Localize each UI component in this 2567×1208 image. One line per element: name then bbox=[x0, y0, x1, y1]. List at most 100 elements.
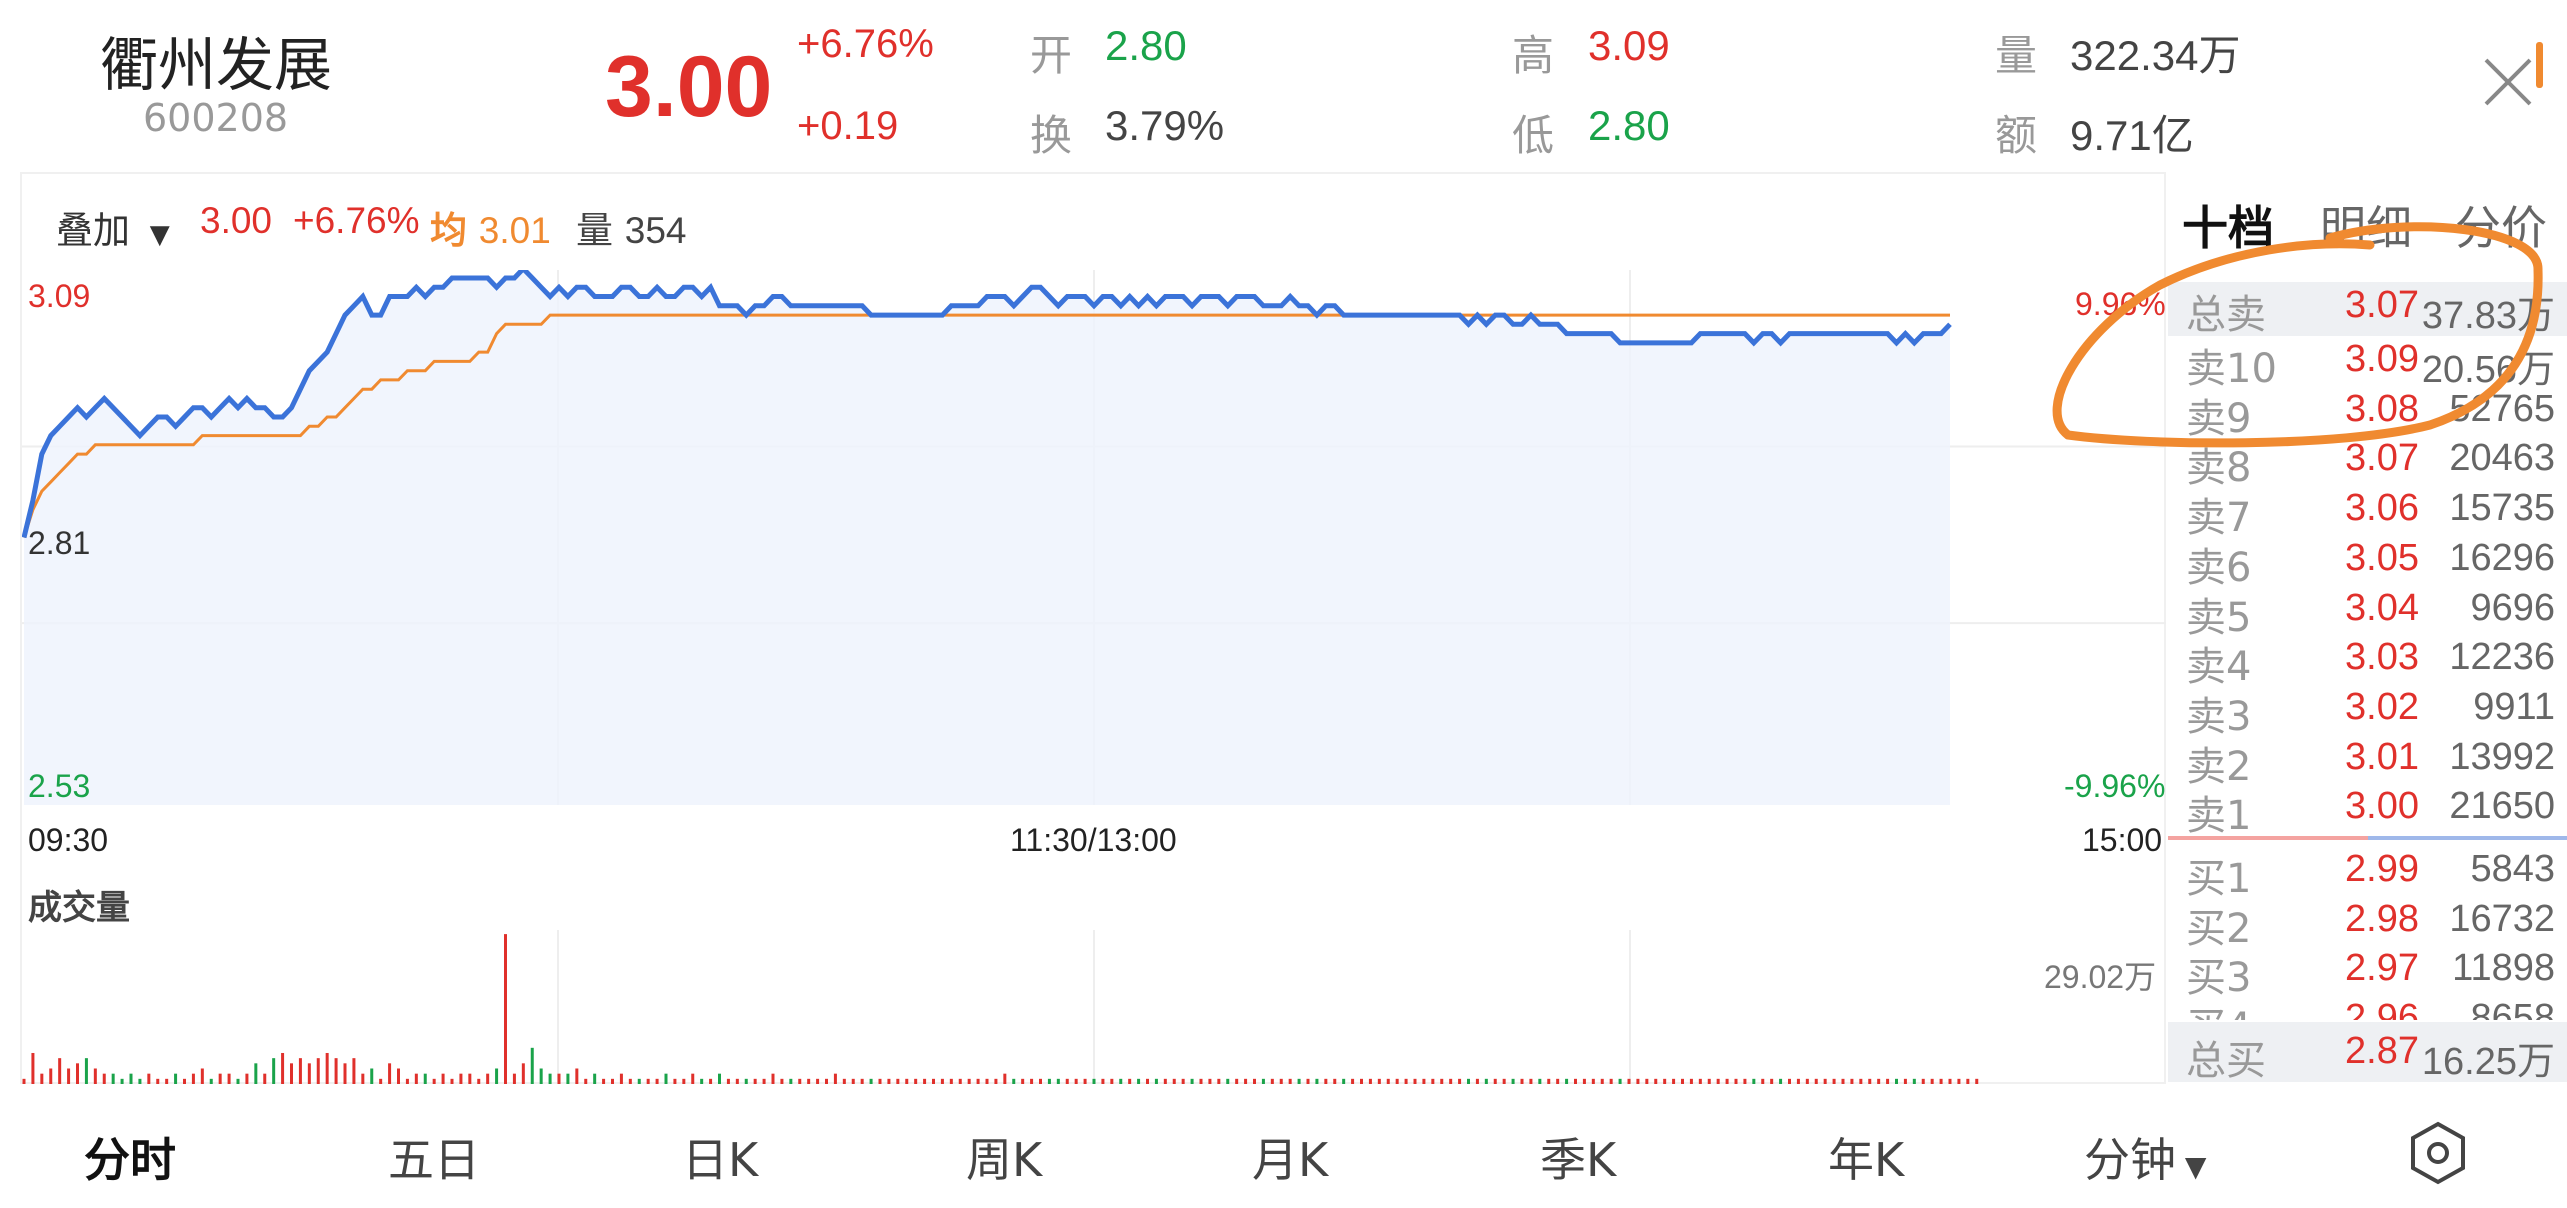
volume-bar bbox=[156, 1078, 160, 1084]
volume-bar bbox=[1975, 1078, 1979, 1084]
volume-bar bbox=[726, 1078, 730, 1084]
volume-bar bbox=[700, 1078, 704, 1084]
buy-row: 买2 2.98 16732 bbox=[2168, 896, 2567, 952]
volume-bar bbox=[1440, 1078, 1444, 1084]
volume-bar bbox=[1065, 1078, 1069, 1084]
volume-bar bbox=[602, 1078, 606, 1084]
volume-bar bbox=[1591, 1078, 1595, 1084]
tab-yearly-k[interactable]: 年K bbox=[1828, 1124, 1904, 1190]
volume-bar bbox=[1146, 1078, 1149, 1084]
volume-bar bbox=[896, 1078, 900, 1084]
volume-bar bbox=[1574, 1078, 1577, 1084]
volume-bar bbox=[780, 1078, 784, 1084]
volume-bar bbox=[1003, 1073, 1007, 1084]
volume-bar bbox=[691, 1073, 695, 1084]
volume-bar bbox=[147, 1073, 151, 1084]
volume-bar bbox=[174, 1073, 178, 1084]
volume-bar bbox=[611, 1078, 614, 1084]
tab-timeshare[interactable]: 分时 bbox=[84, 1124, 176, 1190]
volume-bar bbox=[521, 1063, 525, 1084]
volume-bar bbox=[468, 1073, 472, 1084]
volume-bar bbox=[1226, 1078, 1230, 1084]
volume-bar bbox=[76, 1063, 79, 1084]
volume-bar bbox=[1850, 1078, 1854, 1084]
buy-row: 买4 2.96 8658 bbox=[2168, 995, 2567, 1021]
volume-bar bbox=[1208, 1078, 1212, 1084]
volume-bar bbox=[673, 1078, 677, 1084]
volume-bar bbox=[370, 1068, 374, 1084]
volume-bar bbox=[459, 1073, 463, 1084]
volume-bar bbox=[548, 1073, 552, 1084]
volume-bar bbox=[1279, 1078, 1283, 1084]
volume-bar bbox=[1351, 1078, 1355, 1084]
volume-bar bbox=[619, 1073, 623, 1084]
tab-monthly-k[interactable]: 月K bbox=[1252, 1124, 1328, 1190]
volume-bar bbox=[833, 1073, 837, 1084]
buy-total-label: 总买 bbox=[2186, 1038, 2266, 1084]
volume-bar bbox=[84, 1058, 88, 1084]
volume-bar bbox=[1877, 1078, 1881, 1084]
volume-bar bbox=[1110, 1078, 1114, 1084]
volume-bar bbox=[1689, 1078, 1693, 1084]
volume-bar bbox=[709, 1078, 713, 1084]
tab-daily-k[interactable]: 日K bbox=[682, 1124, 758, 1190]
settings-icon[interactable] bbox=[2405, 1120, 2471, 1186]
tab-minute[interactable]: 分钟 ▼ bbox=[2084, 1124, 2206, 1190]
volume-bar bbox=[1360, 1078, 1363, 1084]
volume-bar bbox=[1377, 1078, 1381, 1084]
buy-volume: 8658 bbox=[2470, 996, 2555, 1021]
volume-bar bbox=[1752, 1078, 1756, 1084]
volume-bar bbox=[1154, 1078, 1158, 1084]
volume-bar bbox=[646, 1078, 650, 1084]
volume-bar bbox=[932, 1078, 935, 1084]
volume-bar bbox=[1948, 1078, 1952, 1084]
volume-bar bbox=[994, 1078, 998, 1084]
volume-bar bbox=[958, 1078, 962, 1084]
buy-price: 2.97 bbox=[2345, 947, 2419, 989]
volume-bar bbox=[1422, 1078, 1426, 1084]
volume-bar bbox=[1868, 1078, 1872, 1084]
volume-bar bbox=[584, 1078, 588, 1084]
volume-bar bbox=[1137, 1078, 1141, 1084]
tab-minute-label: 分钟 bbox=[2084, 1133, 2176, 1187]
volume-bar bbox=[1253, 1078, 1256, 1084]
volume-bar bbox=[887, 1078, 891, 1084]
volume-bar bbox=[1645, 1078, 1649, 1084]
buy-volume: 11898 bbox=[2452, 947, 2555, 989]
volume-bar bbox=[1859, 1078, 1863, 1084]
volume-bar bbox=[1520, 1078, 1524, 1084]
volume-bar bbox=[58, 1058, 62, 1084]
buy-level-label: 买4 bbox=[2186, 995, 2251, 1021]
volume-bar bbox=[1618, 1078, 1622, 1084]
volume-bar bbox=[512, 1073, 516, 1084]
volume-bar bbox=[254, 1063, 258, 1084]
tab-monthly-k-label: 月K bbox=[1252, 1133, 1329, 1187]
volume-bar bbox=[1654, 1078, 1658, 1084]
volume-bar bbox=[789, 1078, 793, 1084]
volume-bar bbox=[1930, 1078, 1934, 1084]
volume-bar bbox=[1939, 1078, 1943, 1084]
volume-bar bbox=[1912, 1078, 1916, 1084]
volume-bar bbox=[165, 1078, 169, 1084]
volume-bar bbox=[1663, 1078, 1667, 1084]
volume-bar bbox=[1707, 1078, 1711, 1084]
volume-bar bbox=[281, 1052, 285, 1084]
volume-bar bbox=[985, 1078, 989, 1084]
tab-weekly-k[interactable]: 周K bbox=[966, 1124, 1042, 1190]
volume-bar bbox=[1600, 1078, 1604, 1084]
volume-bar bbox=[753, 1078, 757, 1084]
volume-bar bbox=[1172, 1078, 1176, 1084]
volume-bar bbox=[334, 1058, 338, 1084]
volume-bar bbox=[1493, 1078, 1497, 1084]
volume-bar bbox=[762, 1078, 766, 1084]
volume-bar bbox=[405, 1078, 409, 1084]
volume-bar bbox=[566, 1073, 570, 1084]
tab-quarterly-k[interactable]: 季K bbox=[1540, 1124, 1616, 1190]
volume-bar bbox=[1502, 1078, 1506, 1084]
volume-bar bbox=[905, 1078, 909, 1084]
volume-bar bbox=[1921, 1078, 1925, 1084]
volume-bar bbox=[93, 1068, 97, 1084]
volume-bar bbox=[183, 1078, 186, 1084]
tab-five-day[interactable]: 五日 bbox=[388, 1124, 480, 1190]
volume-bar bbox=[1511, 1078, 1515, 1084]
